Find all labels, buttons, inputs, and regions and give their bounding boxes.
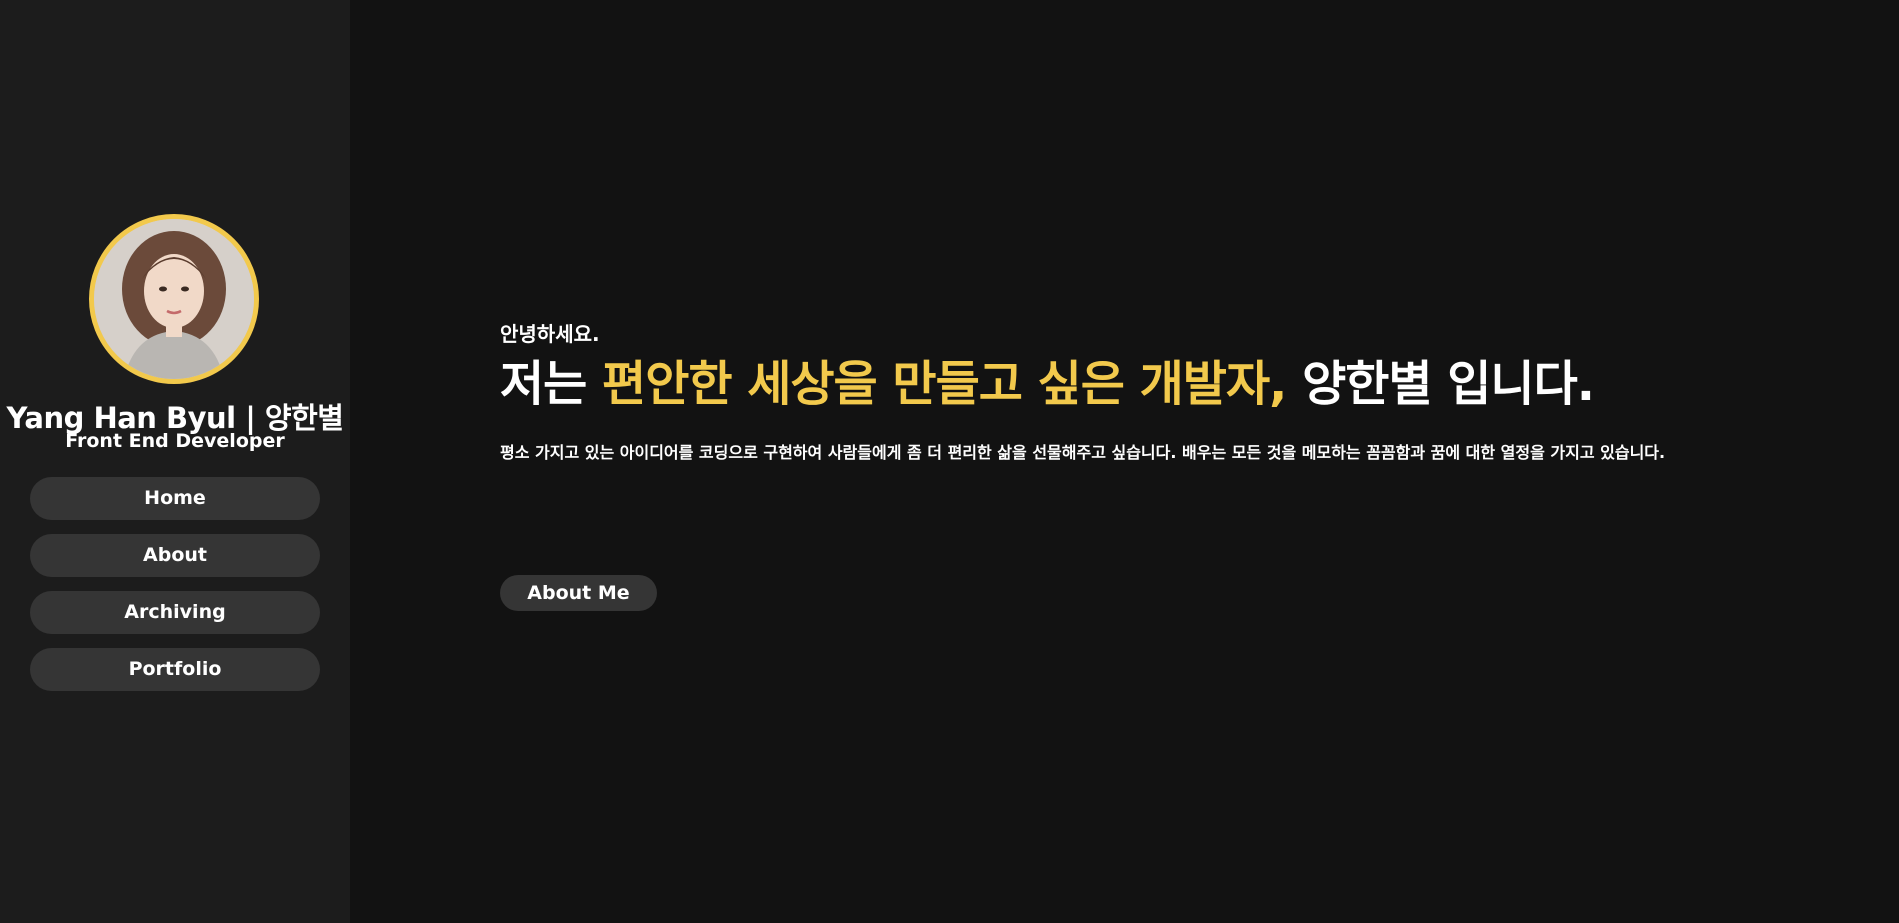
sidebar: Yang Han Byul | 양한별 Front End Developer … xyxy=(0,0,350,923)
profile-photo xyxy=(94,219,254,379)
nav-item-portfolio[interactable]: Portfolio xyxy=(30,648,320,691)
nav-item-home[interactable]: Home xyxy=(30,477,320,520)
nav-item-about[interactable]: About xyxy=(30,534,320,577)
intro-text: 평소 가지고 있는 아이디어를 코딩으로 구현하여 사람들에게 좀 더 편리한 … xyxy=(500,443,1666,462)
headline-highlight: 편안한 세상을 만들고 싶은 개발자, xyxy=(602,356,1287,412)
sidebar-nav: Home About Archiving Portfolio xyxy=(30,477,320,705)
avatar xyxy=(89,214,259,384)
about-me-button[interactable]: About Me xyxy=(500,575,657,611)
main-content: 안녕하세요. 저는 편안한 세상을 만들고 싶은 개발자, 양한별 입니다. 평… xyxy=(350,0,1899,923)
headline-suffix: 양한별 입니다. xyxy=(1286,356,1595,412)
nav-item-archiving[interactable]: Archiving xyxy=(30,591,320,634)
headline-prefix: 저는 xyxy=(500,356,603,412)
profile-role: Front End Developer xyxy=(65,430,285,452)
greeting: 안녕하세요. xyxy=(500,322,600,346)
headline: 저는 편안한 세상을 만들고 싶은 개발자, 양한별 입니다. xyxy=(500,344,1595,414)
page: Yang Han Byul | 양한별 Front End Developer … xyxy=(0,0,1899,923)
